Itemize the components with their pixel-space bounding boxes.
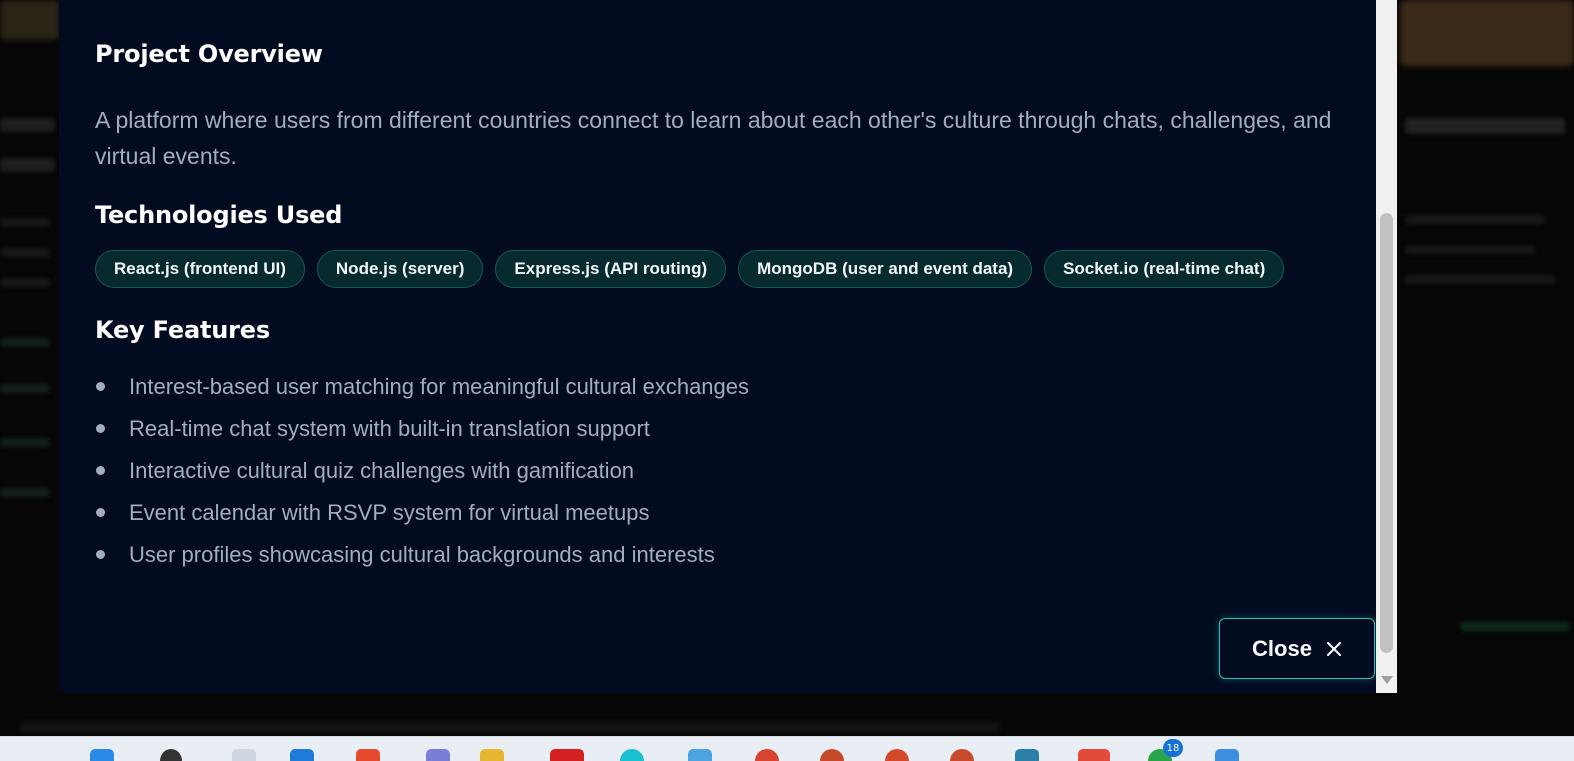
feature-text: Real-time chat system with built-in tran… (129, 416, 650, 441)
bullet-icon (96, 508, 105, 517)
edge-browser-icon[interactable] (290, 749, 314, 761)
list-item: Real-time chat system with built-in tran… (95, 408, 749, 450)
close-button[interactable]: Close (1219, 618, 1375, 679)
tech-tag: Node.js (server) (316, 250, 484, 288)
teams-icon[interactable] (426, 749, 450, 761)
bullet-icon (96, 424, 105, 433)
chrome-profile-icon[interactable] (950, 749, 974, 761)
app-red-square-icon[interactable] (1078, 749, 1110, 761)
project-details-modal: Project Overview A platform where users … (59, 0, 1397, 693)
modal-scrollbar[interactable] (1376, 0, 1397, 693)
screen: Project Overview A platform where users … (0, 0, 1574, 761)
chrome-profile-icon[interactable] (755, 749, 779, 761)
feature-text: Event calendar with RSVP system for virt… (129, 500, 650, 525)
chrome-profile-icon[interactable] (885, 749, 909, 761)
scroll-down-arrow-icon[interactable] (1381, 676, 1393, 684)
feature-text: Interest-based user matching for meaning… (129, 374, 750, 399)
app-blue-icon[interactable] (688, 749, 712, 761)
office-icon[interactable] (356, 749, 380, 761)
app-cyan-icon[interactable] (620, 749, 644, 761)
app-grid-icon[interactable] (1015, 749, 1039, 761)
list-item: Interactive cultural quiz challenges wit… (95, 450, 749, 492)
key-features-list: Interest-based user matching for meaning… (95, 366, 749, 576)
project-overview-heading: Project Overview (95, 40, 323, 68)
search-icon[interactable] (160, 749, 182, 761)
feature-text: User profiles showcasing cultural backgr… (129, 542, 715, 567)
bullet-icon (96, 466, 105, 475)
bullet-icon (96, 550, 105, 559)
technology-tags: React.js (frontend UI) Node.js (server) … (95, 250, 1285, 288)
key-features-heading: Key Features (95, 316, 270, 344)
mail-icon[interactable] (1215, 749, 1239, 761)
tech-tag: Express.js (API routing) (495, 250, 727, 288)
chrome-profile-icon[interactable] (820, 749, 844, 761)
close-button-label: Close (1252, 635, 1312, 661)
technologies-heading: Technologies Used (95, 201, 343, 229)
list-item: Interest-based user matching for meaning… (95, 366, 749, 408)
tech-tag: MongoDB (user and event data) (738, 250, 1033, 288)
tech-tag: React.js (frontend UI) (95, 250, 305, 288)
windows-start-icon[interactable] (90, 749, 114, 761)
list-item: User profiles showcasing cultural backgr… (95, 534, 749, 576)
feature-text: Interactive cultural quiz challenges wit… (129, 458, 635, 483)
tech-tag: Socket.io (real-time chat) (1044, 250, 1285, 288)
list-item: Event calendar with RSVP system for virt… (95, 492, 749, 534)
notification-badge: 18 (1163, 739, 1183, 757)
folder-icon[interactable] (480, 749, 504, 761)
close-x-icon (1326, 641, 1341, 656)
bullet-icon (96, 382, 105, 391)
project-overview-text: A platform where users from different co… (95, 107, 1332, 169)
app-red-icon[interactable] (550, 749, 584, 761)
scrollbar-thumb[interactable] (1380, 213, 1393, 653)
file-icon[interactable] (232, 749, 256, 761)
os-taskbar: 18 (0, 736, 1574, 761)
